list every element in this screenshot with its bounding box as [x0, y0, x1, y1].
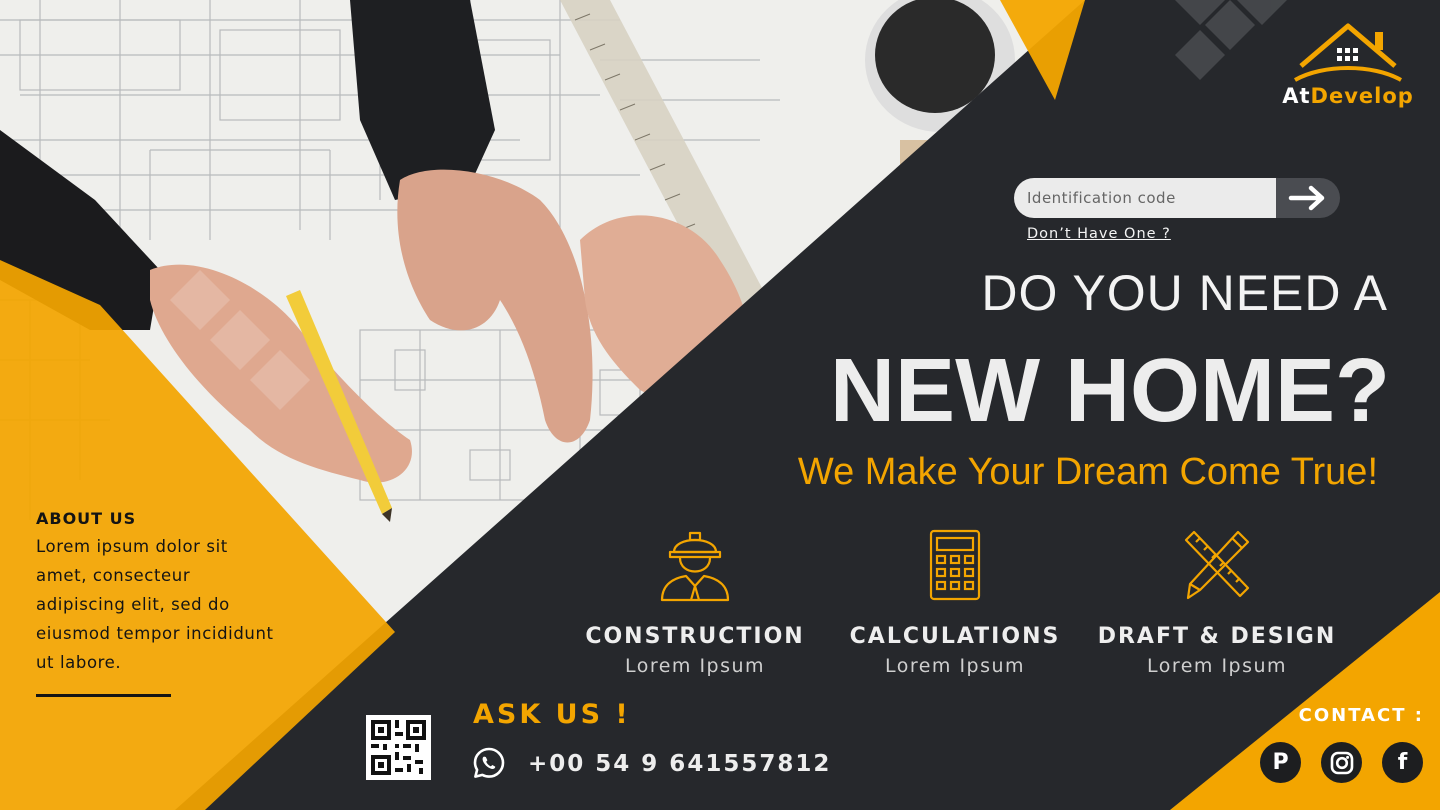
no-account-link[interactable]: Don’t Have One ? — [1027, 226, 1171, 242]
whatsapp-icon[interactable] — [472, 746, 506, 785]
about-title: ABOUT US — [36, 509, 137, 528]
pinterest-icon[interactable]: P — [1260, 742, 1301, 783]
calculator-icon — [929, 529, 981, 601]
service-subtitle: Lorem Ipsum — [884, 655, 1026, 677]
service-calculations: CALCULATIONS Lorem Ipsum — [835, 528, 1075, 677]
house-logo-icon — [1294, 23, 1402, 82]
ask-us-label: ASK US ! — [473, 699, 631, 730]
about-divider — [36, 694, 171, 697]
service-title: CALCULATIONS — [849, 624, 1061, 649]
instagram-icon[interactable] — [1321, 742, 1362, 783]
identification-form — [1014, 178, 1340, 218]
hero-line-2: NEW HOME? — [830, 341, 1390, 441]
instagram-glyph-icon — [1330, 751, 1353, 774]
hero-line-1: DO YOU NEED A — [981, 265, 1388, 321]
service-subtitle: Lorem Ipsum — [624, 655, 766, 677]
pinterest-glyph: P — [1272, 749, 1289, 775]
submit-button[interactable] — [1276, 178, 1340, 218]
identification-code-input[interactable] — [1014, 178, 1276, 218]
facebook-icon[interactable]: f — [1382, 742, 1423, 783]
qr-code[interactable] — [366, 715, 431, 780]
about-text: Lorem ipsum dolor sit amet, consecteur a… — [36, 537, 274, 672]
service-title: CONSTRUCTION — [585, 624, 805, 649]
pencil-ruler-icon — [1184, 530, 1250, 600]
brand-name-prefix: At — [1282, 84, 1311, 108]
qr-code-icon — [366, 715, 431, 780]
service-construction: CONSTRUCTION Lorem Ipsum — [575, 528, 815, 677]
hero-tagline: We Make Your Dream Come True! — [797, 451, 1378, 493]
facebook-glyph: f — [1397, 749, 1408, 775]
phone-number[interactable]: +00 54 9 641557812 — [528, 751, 831, 777]
brand-logo[interactable]: AtDevelop — [1278, 18, 1418, 108]
arrow-right-icon — [1288, 185, 1325, 211]
brand-name-suffix: Develop — [1310, 84, 1414, 108]
about-section: ABOUT US Lorem ipsum dolor sit amet, con… — [36, 509, 276, 677]
brand-name: AtDevelop — [1278, 84, 1418, 108]
service-title: DRAFT & DESIGN — [1097, 624, 1337, 649]
worker-helmet-icon — [660, 531, 730, 602]
service-draft-design: DRAFT & DESIGN Lorem Ipsum — [1097, 528, 1337, 677]
service-subtitle: Lorem Ipsum — [1146, 655, 1288, 677]
contact-label: CONTACT : — [1298, 705, 1424, 726]
